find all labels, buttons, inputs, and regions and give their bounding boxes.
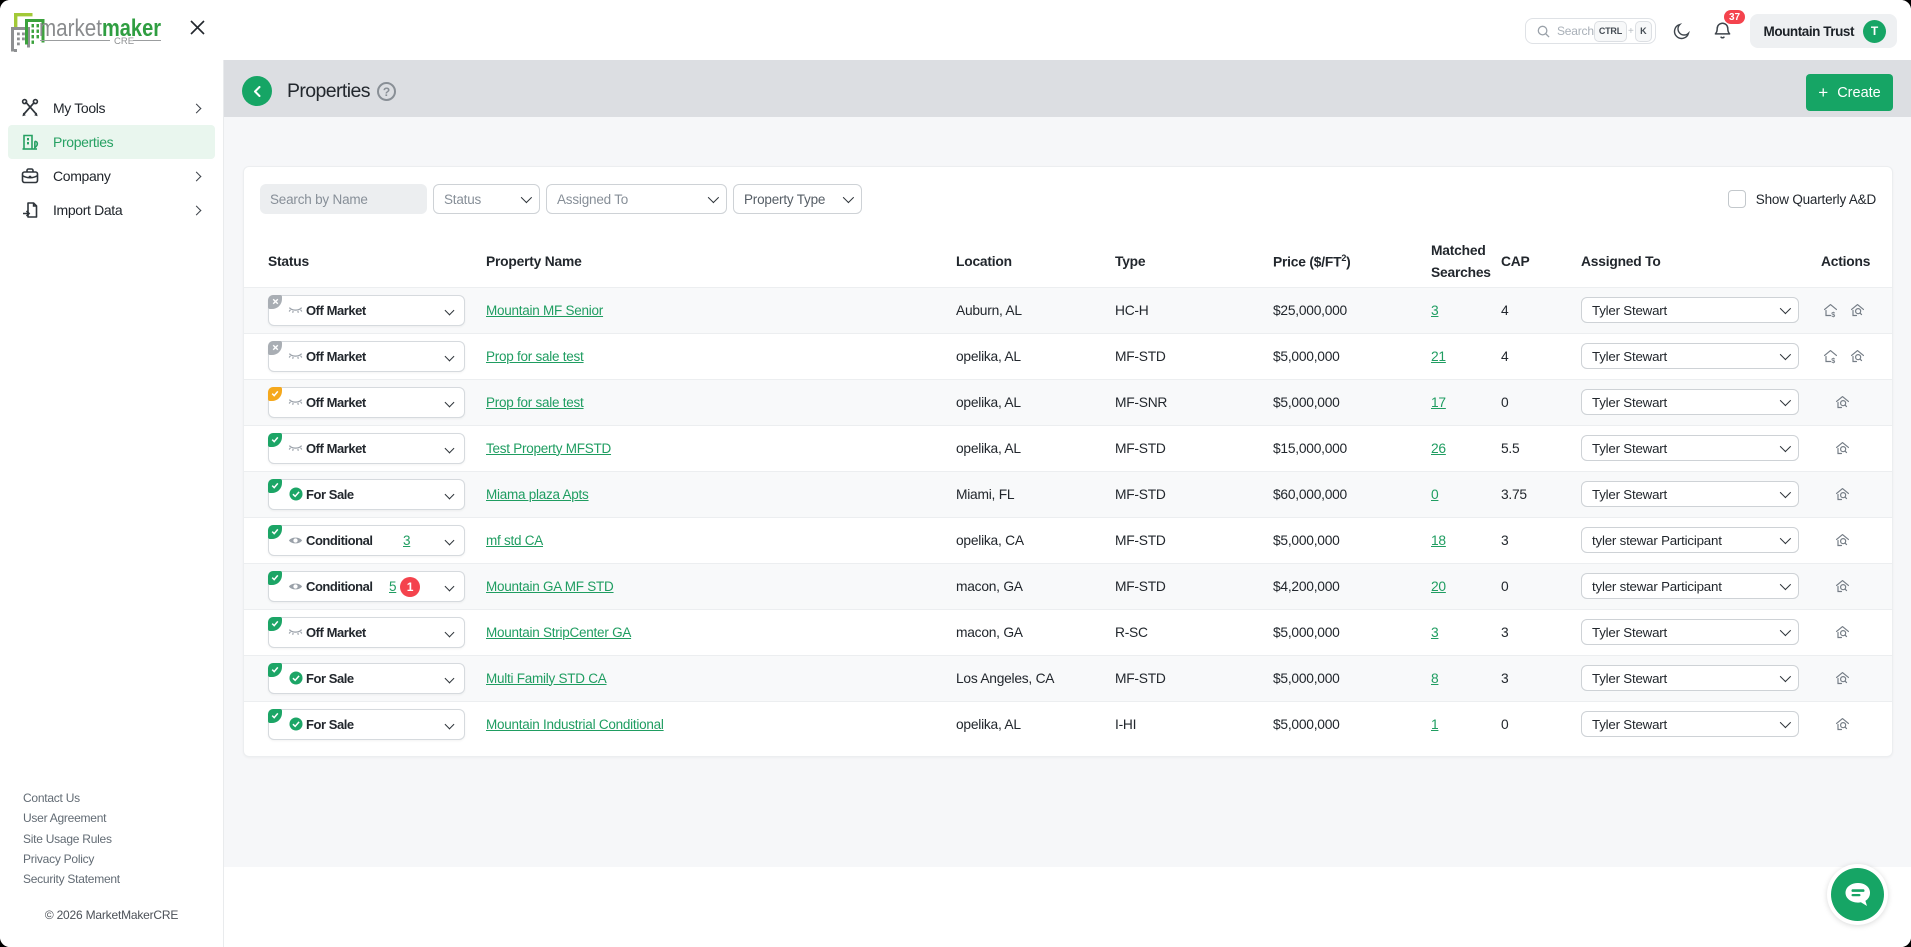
svg-text:$: $	[1831, 310, 1835, 317]
svg-text:CRE: CRE	[114, 36, 134, 47]
svg-text:$: $	[1831, 356, 1835, 363]
svg-text:market: market	[39, 15, 102, 42]
